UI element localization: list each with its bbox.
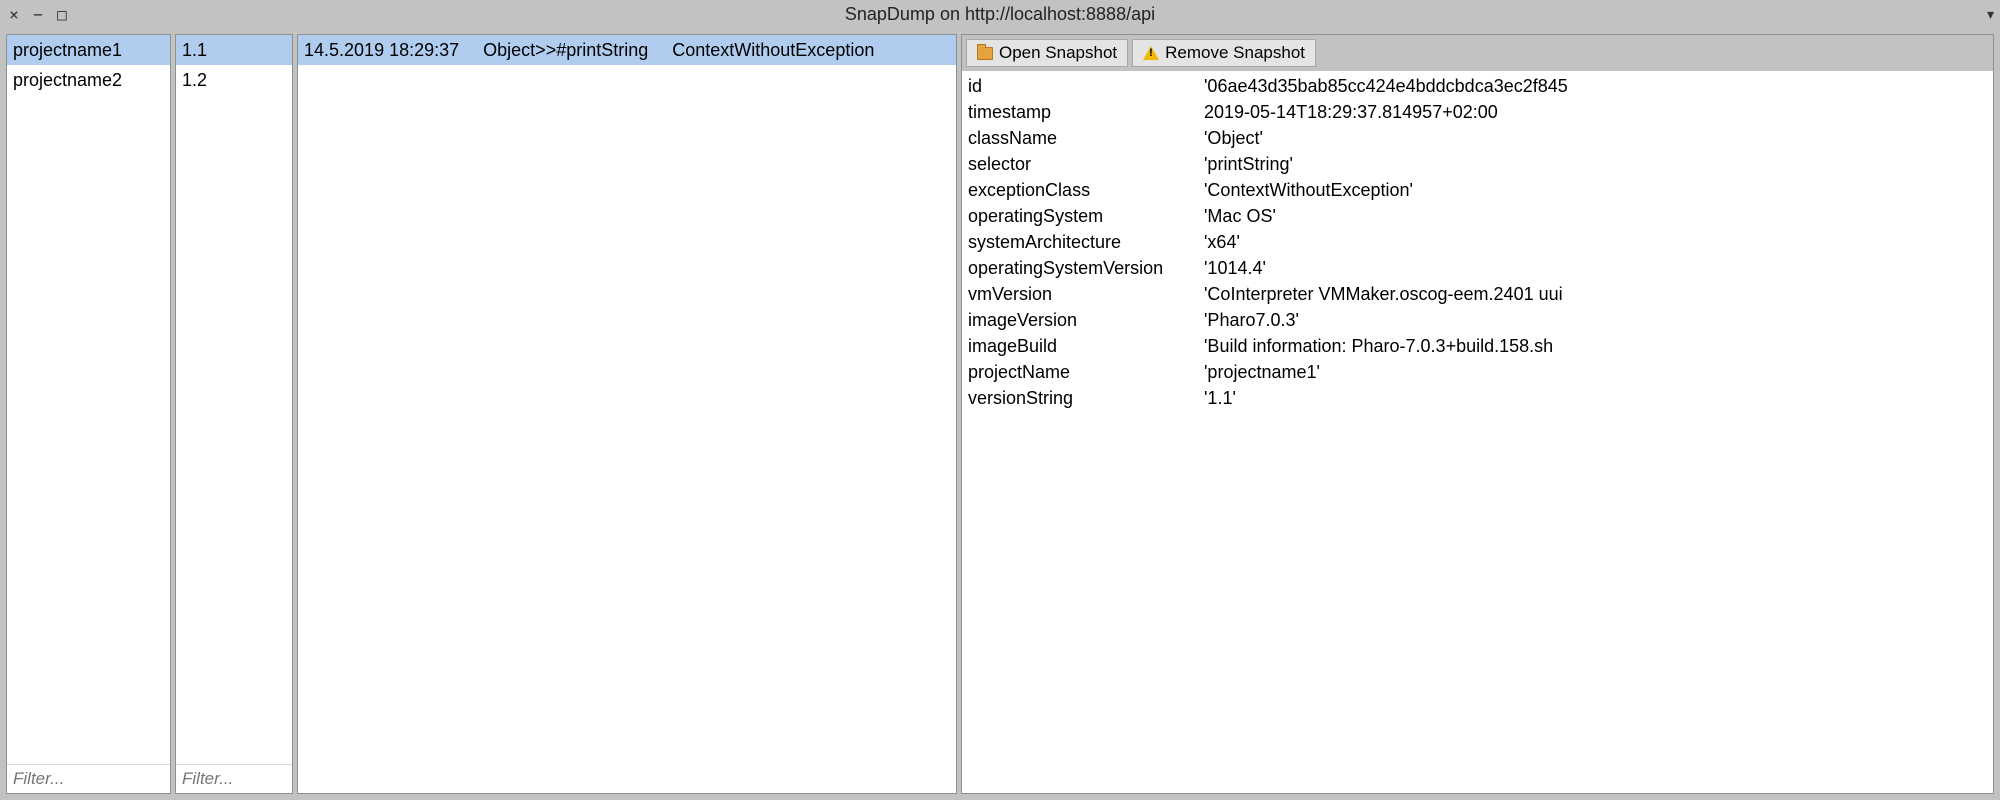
folder-icon <box>977 47 993 60</box>
remove-snapshot-button[interactable]: Remove Snapshot <box>1132 39 1316 67</box>
detail-key: exceptionClass <box>968 177 1204 203</box>
snapshot-method: Object>>#printString <box>483 37 648 63</box>
detail-key: versionString <box>968 385 1204 411</box>
window-controls: × − □ <box>6 5 70 24</box>
details-pane: Open Snapshot Remove Snapshot id'06ae43d… <box>961 34 1994 794</box>
detail-key: className <box>968 125 1204 151</box>
detail-row: selector'printString' <box>968 151 1987 177</box>
open-snapshot-button[interactable]: Open Snapshot <box>966 39 1128 67</box>
titlebar: × − □ SnapDump on http://localhost:8888/… <box>0 0 2000 28</box>
detail-value: 'Pharo7.0.3' <box>1204 307 1299 333</box>
snapshots-list[interactable]: 14.5.2019 18:29:37 Object>>#printString Co… <box>298 35 956 793</box>
detail-value: 'x64' <box>1204 229 1240 255</box>
versions-filter-input[interactable] <box>176 764 292 793</box>
window: × − □ SnapDump on http://localhost:8888/… <box>0 0 2000 800</box>
detail-key: imageBuild <box>968 333 1204 359</box>
detail-value: 'CoInterpreter VMMaker.oscog-eem.2401 uu… <box>1204 281 1563 307</box>
snapshots-pane: 14.5.2019 18:29:37 Object>>#printString Co… <box>297 34 957 794</box>
detail-key: imageVersion <box>968 307 1204 333</box>
detail-row: projectName'projectname1' <box>968 359 1987 385</box>
detail-row: versionString'1.1' <box>968 385 1987 411</box>
snapshot-exception: ContextWithoutException <box>672 37 874 63</box>
warning-icon <box>1143 46 1159 60</box>
window-menu-icon[interactable]: ▾ <box>1987 6 1994 23</box>
minimize-icon[interactable]: − <box>30 5 46 24</box>
detail-value: 'printString' <box>1204 151 1293 177</box>
details-toolbar: Open Snapshot Remove Snapshot <box>962 35 1993 71</box>
versions-list[interactable]: 1.11.2 <box>176 35 292 764</box>
detail-row: vmVersion'CoInterpreter VMMaker.oscog-ee… <box>968 281 1987 307</box>
detail-key: operatingSystem <box>968 203 1204 229</box>
detail-row: imageVersion'Pharo7.0.3' <box>968 307 1987 333</box>
detail-value: 'Object' <box>1204 125 1263 151</box>
detail-key: timestamp <box>968 99 1204 125</box>
detail-key: systemArchitecture <box>968 229 1204 255</box>
detail-value: 'Mac OS' <box>1204 203 1276 229</box>
detail-row: className'Object' <box>968 125 1987 151</box>
versions-pane: 1.11.2 <box>175 34 293 794</box>
detail-value: 2019-05-14T18:29:37.814957+02:00 <box>1204 99 1498 125</box>
detail-row: operatingSystem'Mac OS' <box>968 203 1987 229</box>
version-item[interactable]: 1.1 <box>176 35 292 65</box>
projects-pane: projectname1projectname2 <box>6 34 171 794</box>
detail-value: '06ae43d35bab85cc424e4bddcbdca3ec2f845 <box>1204 73 1568 99</box>
open-snapshot-label: Open Snapshot <box>999 43 1117 63</box>
projects-list[interactable]: projectname1projectname2 <box>7 35 170 764</box>
window-title: SnapDump on http://localhost:8888/api <box>845 4 1155 25</box>
project-item[interactable]: projectname1 <box>7 35 170 65</box>
project-item[interactable]: projectname2 <box>7 65 170 95</box>
detail-key: projectName <box>968 359 1204 385</box>
detail-value: 'ContextWithoutException' <box>1204 177 1413 203</box>
detail-key: operatingSystemVersion <box>968 255 1204 281</box>
detail-value: '1014.4' <box>1204 255 1266 281</box>
detail-row: exceptionClass'ContextWithoutException' <box>968 177 1987 203</box>
detail-row: id'06ae43d35bab85cc424e4bddcbdca3ec2f845 <box>968 73 1987 99</box>
snapshot-row[interactable]: 14.5.2019 18:29:37 Object>>#printString Co… <box>298 35 956 65</box>
details-body[interactable]: id'06ae43d35bab85cc424e4bddcbdca3ec2f845… <box>962 71 1993 793</box>
detail-value: 'projectname1' <box>1204 359 1320 385</box>
detail-row: systemArchitecture'x64' <box>968 229 1987 255</box>
detail-value: '1.1' <box>1204 385 1236 411</box>
remove-snapshot-label: Remove Snapshot <box>1165 43 1305 63</box>
detail-row: timestamp2019-05-14T18:29:37.814957+02:0… <box>968 99 1987 125</box>
detail-row: imageBuild'Build information: Pharo-7.0.… <box>968 333 1987 359</box>
snapshot-timestamp: 14.5.2019 18:29:37 <box>304 37 459 63</box>
projects-filter-input[interactable] <box>7 764 170 793</box>
close-icon[interactable]: × <box>6 5 22 24</box>
maximize-icon[interactable]: □ <box>54 5 70 24</box>
detail-value: 'Build information: Pharo-7.0.3+build.15… <box>1204 333 1553 359</box>
detail-row: operatingSystemVersion'1014.4' <box>968 255 1987 281</box>
detail-key: vmVersion <box>968 281 1204 307</box>
window-body: projectname1projectname2 1.11.2 14.5.201… <box>0 28 2000 800</box>
detail-key: selector <box>968 151 1204 177</box>
version-item[interactable]: 1.2 <box>176 65 292 95</box>
detail-key: id <box>968 73 1204 99</box>
